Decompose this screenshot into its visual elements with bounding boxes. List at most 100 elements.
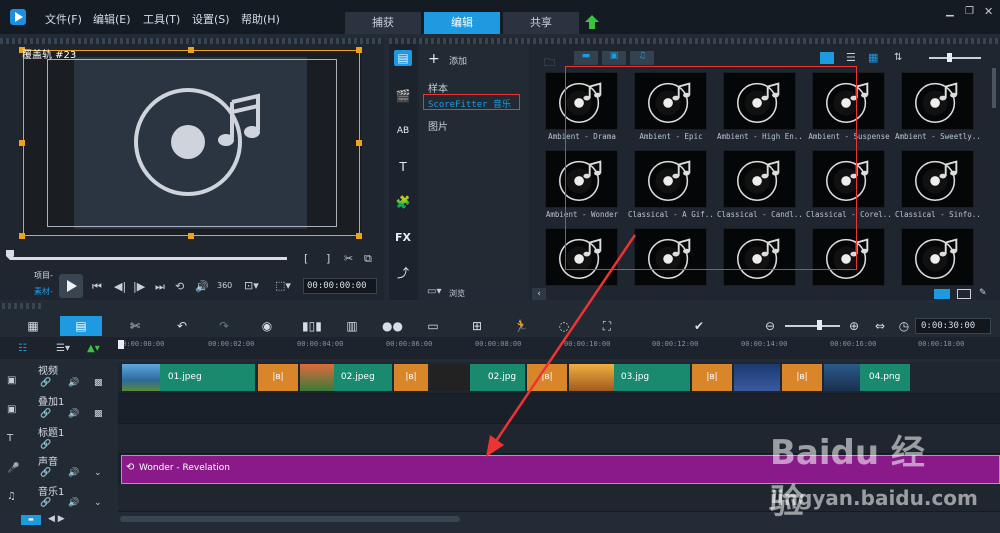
ripple-icon[interactable]: ▩ <box>94 378 103 388</box>
zoom-slider-knob[interactable] <box>817 320 822 330</box>
crop-icon[interactable]: ⬚▾ <box>275 279 291 292</box>
auto-music-icon[interactable]: ▥ <box>343 318 361 334</box>
music-thumbnail[interactable] <box>901 72 974 130</box>
volume-icon[interactable]: 🔊 <box>195 280 209 293</box>
enlarge-icon[interactable]: ⧉ <box>364 252 372 266</box>
link-icon[interactable]: 🔗 <box>40 440 51 450</box>
folder-icon[interactable]: 🗀 <box>544 54 555 73</box>
graphics-icon[interactable]: 🧩 <box>394 194 412 210</box>
transition-clip[interactable]: |ʙ| <box>782 364 822 391</box>
handle-ml[interactable] <box>19 140 25 146</box>
browse-icon[interactable]: ▭▾ <box>427 286 441 297</box>
edit-properties-icon[interactable]: ✎ <box>979 288 993 300</box>
thumbnail-view-icon[interactable] <box>820 52 834 64</box>
fx-icon[interactable]: FX <box>394 230 412 246</box>
instant-project-icon[interactable]: 🎬 <box>394 88 412 104</box>
video-clip[interactable] <box>734 364 780 391</box>
transition-clip[interactable]: |ʙ| <box>258 364 298 391</box>
project-duration[interactable]: 0:00:30:00 <box>915 318 991 334</box>
track-zoom-button[interactable]: ▬ <box>21 515 41 525</box>
handle-br[interactable] <box>356 233 362 239</box>
repeat-icon[interactable]: ⟲ <box>175 280 184 293</box>
library-vscrollbar[interactable] <box>992 68 996 108</box>
show-video-button[interactable]: ▬ <box>574 51 598 65</box>
title-icon[interactable]: T <box>394 159 412 175</box>
folder-pictures[interactable]: 图片 <box>428 118 448 133</box>
prev-frame-icon[interactable]: ◀| <box>114 280 126 293</box>
add-chapter-icon[interactable]: ▲▾ <box>87 343 100 354</box>
ripple-icon[interactable]: ▩ <box>94 409 103 419</box>
playhead-marker[interactable] <box>118 340 124 349</box>
handle-bm[interactable] <box>188 233 194 239</box>
mark-out-icon[interactable]: ] <box>326 252 330 265</box>
menu-tools[interactable]: 工具(T) <box>143 11 180 27</box>
music-thumbnail[interactable] <box>901 150 974 208</box>
video-clip[interactable]: 01.jpeg <box>122 364 255 391</box>
zoom-slider[interactable] <box>785 325 840 327</box>
thumb-size-slider[interactable] <box>929 57 981 59</box>
home-icon[interactable]: ⏮ <box>92 280 102 294</box>
sort-icon[interactable]: ⇅ <box>894 52 902 63</box>
mark-in-icon[interactable]: [ <box>304 252 308 265</box>
timeline-view-icon[interactable]: ▤ <box>60 316 102 336</box>
browse-label[interactable]: 浏览 <box>449 288 465 299</box>
link-icon[interactable]: 🔗 <box>40 498 51 508</box>
video-clip[interactable]: 02.jpeg <box>300 364 392 391</box>
scrub-bar[interactable] <box>10 257 287 260</box>
show-photo-button[interactable]: ▣ <box>602 51 626 65</box>
thumb-size-knob[interactable] <box>947 53 952 62</box>
end-icon[interactable]: ⏭ <box>155 280 165 294</box>
grid-view-icon[interactable]: ▦ <box>868 51 878 64</box>
redo-icon[interactable]: ↷ <box>215 318 233 334</box>
aspect-ratio-icon[interactable]: ⊡▾ <box>244 279 259 292</box>
transition-icon[interactable]: AB <box>394 123 412 139</box>
folder-sample[interactable]: 样本 <box>428 80 448 95</box>
track-manager-icon[interactable]: ☰▾ <box>56 343 70 354</box>
subtitle-editor-icon[interactable]: ▭ <box>424 318 442 334</box>
mute-icon[interactable]: 🔊 <box>68 378 79 388</box>
add-folder-label[interactable]: 添加 <box>449 54 467 67</box>
show-audio-button[interactable]: ♫ <box>630 51 654 65</box>
media-icon[interactable]: ▤ <box>394 50 412 66</box>
mute-icon[interactable]: 🔊 <box>68 409 79 419</box>
tools-icon[interactable]: ✄ <box>126 318 144 334</box>
show-all-tracks-icon[interactable]: ☷ <box>18 343 27 354</box>
timeline-handle[interactable] <box>2 303 42 309</box>
restore-icon[interactable]: ❐ <box>965 6 974 17</box>
handle-tr[interactable] <box>356 47 362 53</box>
scissors-icon[interactable]: ✂ <box>344 252 353 265</box>
timecode-display[interactable]: 00:00:00:00 <box>303 278 377 294</box>
clock-icon[interactable]: ◷ <box>895 318 913 334</box>
next-frame-icon[interactable]: |▶ <box>133 280 145 293</box>
close-icon[interactable]: ✕ <box>984 5 993 18</box>
minimize-icon[interactable]: ▁ <box>946 6 954 17</box>
view-toggle-2[interactable] <box>957 289 971 299</box>
menu-help[interactable]: 帮助(H) <box>241 11 280 27</box>
link-icon[interactable]: 🔗 <box>40 378 51 388</box>
menu-settings[interactable]: 设置(S) <box>192 11 230 27</box>
play-button[interactable] <box>59 274 83 298</box>
link-icon[interactable]: 🔗 <box>40 468 51 478</box>
timeline-hscrollbar[interactable] <box>120 516 460 522</box>
mute-icon[interactable]: 🔊 <box>68 468 79 478</box>
project-label[interactable]: 项目- <box>34 270 53 281</box>
view-toggle-1[interactable] <box>934 289 950 299</box>
storyboard-view-icon[interactable]: ▦ <box>24 318 42 334</box>
clip-label[interactable]: 素材- <box>34 286 53 297</box>
list-view-icon[interactable]: ☰ <box>846 51 856 64</box>
music-thumbnail[interactable] <box>901 228 974 286</box>
menu-file[interactable]: 文件(F) <box>45 11 82 27</box>
upload-arrow-icon[interactable] <box>584 14 600 30</box>
mute-icon[interactable]: 🔊 <box>68 498 79 508</box>
sound-mixer-icon[interactable]: ▮▯▮ <box>302 318 322 334</box>
transition-clip[interactable]: |ʙ| <box>394 364 428 391</box>
record-capture-icon[interactable]: ◉ <box>258 318 276 334</box>
link-icon[interactable]: 🔗 <box>40 409 51 419</box>
tab-edit[interactable]: 编辑 <box>424 12 500 34</box>
undo-icon[interactable]: ↶ <box>173 318 191 334</box>
zoom-out-icon[interactable]: ⊖ <box>761 318 779 334</box>
tab-capture[interactable]: 捕获 <box>345 12 421 34</box>
panel-handle[interactable] <box>0 38 384 44</box>
video-clip[interactable]: 04.png <box>824 364 910 391</box>
expand-icon[interactable]: ⌄ <box>94 498 102 508</box>
